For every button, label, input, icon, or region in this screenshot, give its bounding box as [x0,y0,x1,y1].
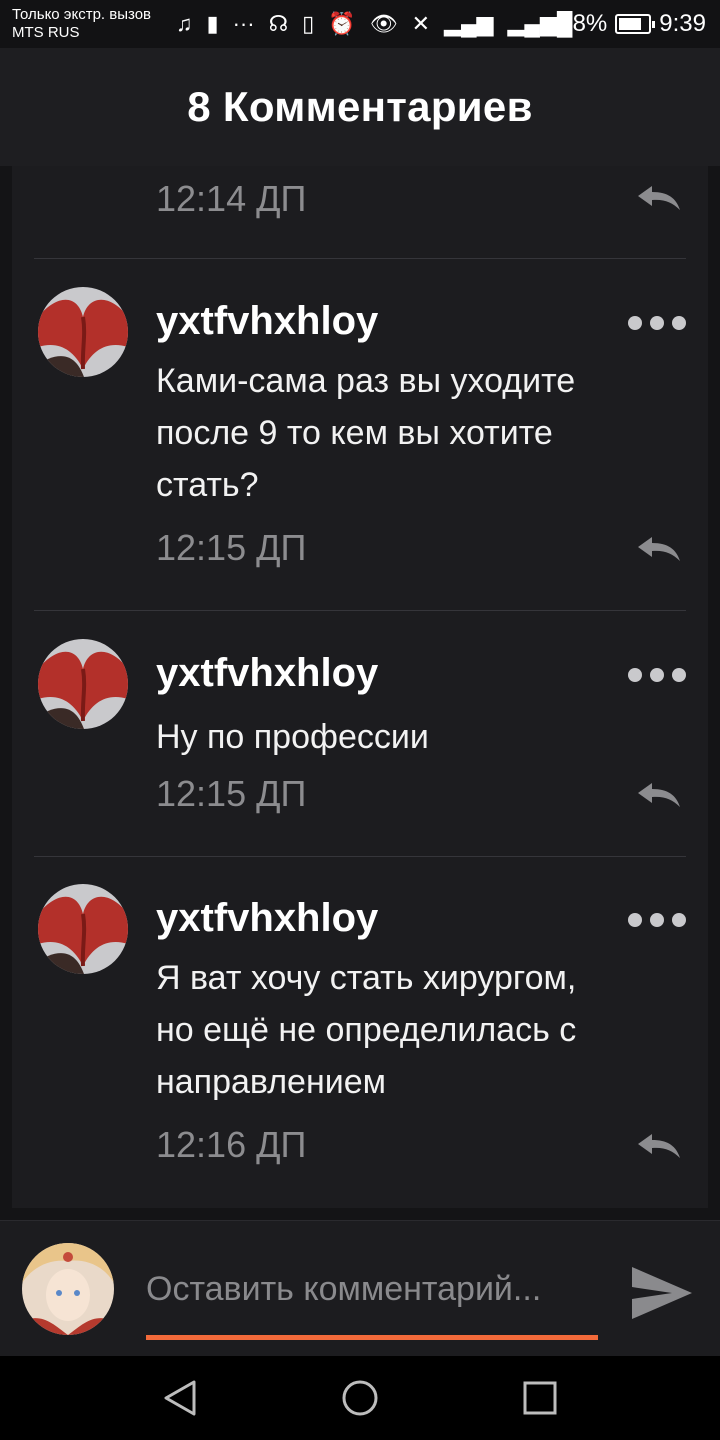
avatar-image [38,884,128,974]
comment-author[interactable]: yxtfvhxhloy [156,651,378,696]
alarm-icon: ⏰ [328,11,356,36]
comment-line: но ещё не определилась с [156,1011,577,1049]
recents-icon[interactable] [518,1378,562,1418]
status-icons: ♫ ▮ ··· ☊ ▯ ⏰ 👁 ✕ ▂▄▆ ▂▄▆█ [176,8,572,40]
comment-line: после 9 то кем вы хотите [156,414,553,452]
comment-text: Ками-сама раз вы уходите после 9 то кем … [156,355,646,511]
eye-icon: 👁 [369,11,398,36]
reply-icon[interactable] [634,182,682,214]
avatar[interactable] [38,287,128,377]
comment-time: 12:14 ДП [156,178,307,219]
phone-missed-icon: ✕ [411,11,431,36]
comment-line: стать? [156,466,259,504]
more-options-icon[interactable] [628,316,686,330]
comment-author[interactable]: yxtfvhxhloy [156,896,378,941]
avatar-image [38,287,128,377]
headset-icon: ☊ [268,11,289,36]
comment-input[interactable] [146,1265,598,1313]
input-underline [146,1335,598,1340]
more-dots-icon: ··· [232,11,255,36]
avatar-image [38,639,128,729]
comment-line: направлением [156,1063,386,1101]
battery-percent: 78% [559,10,608,37]
vibrate-icon: ▯ [302,11,315,36]
avatar-image [22,1243,114,1335]
status-bar: Только экстр. вызов MTS RUS ♫ ▮ ··· ☊ ▯ … [0,0,720,48]
comment-author[interactable]: yxtfvhxhloy [156,299,378,344]
comment-item: yxtfvhxhloy Я ват хочу стать хирургом, н… [12,857,708,1208]
clock: 9:39 [659,10,706,37]
back-icon[interactable] [158,1378,202,1418]
more-options-icon[interactable] [628,913,686,927]
reply-icon[interactable] [634,1130,682,1162]
battery-icon [615,14,656,34]
comment-text: Я ват хочу стать хирургом, но ещё не опр… [156,952,646,1108]
sd-card-icon: ▮ [206,11,219,36]
avatar[interactable] [38,884,128,974]
comment-composer [0,1220,720,1356]
comment-line: Я ват хочу стать хирургом, [156,959,577,997]
comment-text: Ну по профессии [156,711,646,763]
carrier-info: Только экстр. вызов MTS RUS [12,6,151,42]
navigation-bar [0,1356,720,1440]
my-avatar[interactable] [22,1243,114,1335]
status-right: 78% 9:39 [559,8,706,40]
home-icon[interactable] [338,1378,382,1418]
more-options-icon[interactable] [628,668,686,682]
comment-list[interactable]: 12:14 ДП yxtfvhxhloy Ками-сама раз вы ух… [12,166,708,1208]
comments-header: 8 Комментариев [0,48,720,166]
comment-line: Ну по профессии [156,718,429,756]
signal-off-icon: ▂▄▆ [444,11,494,36]
comment-time: 12:16 ДП [156,1124,307,1165]
comment-time: 12:15 ДП [156,527,307,568]
avatar[interactable] [38,639,128,729]
carrier-line-1: Только экстр. вызов [12,6,152,23]
comment-item: yxtfvhxhloy Ками-сама раз вы уходите пос… [12,259,708,610]
comment-line: Ками-сама раз вы уходите [156,362,576,400]
reply-icon[interactable] [634,779,682,811]
comment-time: 12:15 ДП [156,773,307,814]
page-title: 8 Комментариев [187,83,533,130]
comment-item: yxtfvhxhloy Ну по профессии 12:15 ДП [12,611,708,856]
carrier-line-2: MTS RUS [12,24,80,41]
send-icon[interactable] [630,1265,694,1321]
music-note-icon: ♫ [176,11,193,36]
reply-icon[interactable] [634,533,682,565]
